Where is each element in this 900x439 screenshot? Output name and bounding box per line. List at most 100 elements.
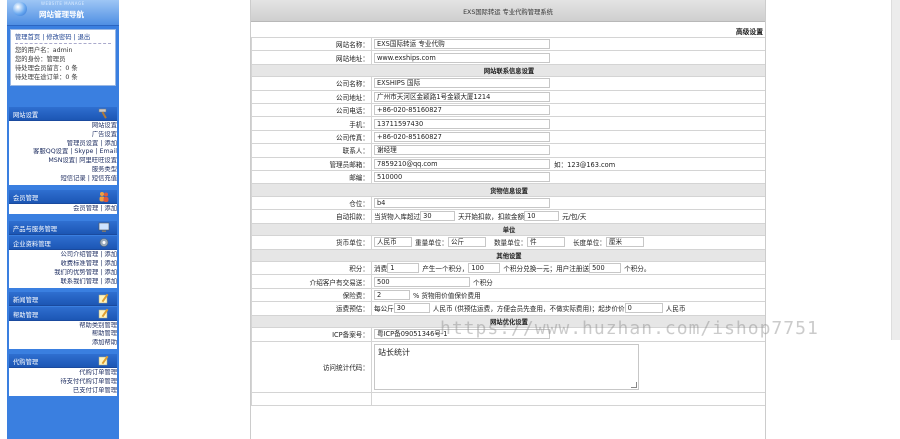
monitor-icon: [98, 223, 110, 233]
menu-head-label: 新闻管理: [13, 296, 39, 304]
admin-email-input[interactable]: 7859210@qq.com: [374, 158, 550, 169]
points-spend-input[interactable]: 1: [387, 263, 420, 274]
field-label: 网站地址：: [251, 50, 372, 65]
field-label: 长度单位：: [572, 239, 606, 248]
menu-item[interactable]: 联系我们管理 | 添加: [9, 278, 118, 287]
form-row: 自动扣款： 当货物入库超过 30 天开始扣款，扣款金额 10 元/包/天: [251, 209, 765, 224]
menu-head-members[interactable]: 会员管理: [9, 189, 117, 204]
company-phone-input[interactable]: +86-020-85160827: [374, 105, 550, 116]
shelf-input[interactable]: b4: [374, 198, 550, 209]
menu-item[interactable]: 网站设置: [9, 122, 117, 131]
admin-home-link[interactable]: 管理首页: [15, 34, 40, 41]
menu-item[interactable]: 待支付代购订单管理: [9, 378, 117, 387]
deduct-days-input[interactable]: 30: [420, 211, 456, 222]
length-unit-input[interactable]: 厘米: [605, 237, 644, 248]
menu-item[interactable]: 已支付订单管理: [9, 387, 117, 396]
mobile-input[interactable]: 13711597430: [374, 118, 550, 129]
form-row: [251, 391, 765, 406]
sidebar: WEBSITE MANAGE 网站管理导航 管理首页 | 修改密码 | 退出 您…: [7, 0, 119, 439]
menu-head-news[interactable]: 新闻管理: [9, 291, 117, 306]
form-row: 公司传真： +86-020-85160827: [251, 129, 765, 145]
form-row: 邮编： 510000: [251, 170, 765, 185]
menu-head-purchasing[interactable]: 代购管理: [9, 353, 117, 368]
menu-head-company[interactable]: 企业资料管理: [9, 236, 117, 251]
site-url-input[interactable]: www.exships.com: [374, 52, 550, 63]
page-title: EXS国际转运 专业代购管理系统: [251, 0, 765, 22]
field-label: 公司电话：: [251, 103, 372, 118]
contact-person-input[interactable]: 谢经理: [374, 145, 550, 156]
logout-link[interactable]: 退出: [78, 34, 91, 41]
change-password-link[interactable]: 修改密码: [46, 34, 71, 41]
weight-unit-input[interactable]: 公斤: [447, 237, 486, 248]
field-label: 手机：: [251, 116, 372, 131]
gear-icon: [99, 238, 109, 248]
user-info-box: 管理首页 | 修改密码 | 退出 您的用户名：admin 您的身份：管理员 待处…: [10, 29, 116, 86]
currency-unit-input[interactable]: 人民币: [374, 237, 412, 248]
register-points-input[interactable]: 500: [589, 263, 622, 274]
menu-item[interactable]: 帮助类别管理: [9, 322, 117, 331]
email-hint: 如：123@163.com: [554, 160, 616, 169]
section-header: 货物信息设置: [251, 183, 765, 197]
stats-code-textarea[interactable]: 站长统计: [374, 343, 639, 390]
freight-rate-input[interactable]: 30: [393, 303, 430, 314]
role-label: 您的身份：: [15, 56, 47, 63]
menu-head-products[interactable]: 产品与服务管理: [9, 221, 117, 236]
menu-item[interactable]: 添加帮助: [9, 339, 117, 348]
freight-start-input[interactable]: 0: [624, 303, 663, 314]
menu-item[interactable]: 收费标准管理 | 添加: [9, 260, 118, 269]
field-label: 积分：: [251, 261, 372, 276]
advanced-settings-link[interactable]: 高级设置: [251, 22, 765, 37]
menu-head-label: 企业资料管理: [13, 241, 51, 249]
menu-item[interactable]: 短信记录 | 短信充值: [9, 175, 118, 184]
menu-head-help[interactable]: 帮助管理: [9, 306, 117, 321]
pending-orders-value: 0 条: [65, 74, 78, 81]
menu-head-label: 帮助管理: [13, 311, 39, 319]
insurance-input[interactable]: 2: [374, 290, 410, 301]
fax-input[interactable]: +86-020-85160827: [374, 132, 550, 143]
menu-item[interactable]: 服务类型: [9, 166, 117, 175]
menu-items-purchasing: 代购订单管理 待支付代购订单管理 已支付订单管理: [9, 367, 117, 397]
menu-head-site-settings[interactable]: 网站设置: [9, 107, 117, 121]
points-text: 产生一个积分，: [422, 265, 469, 274]
zip-input[interactable]: 510000: [374, 172, 550, 183]
pencil-icon: [98, 293, 109, 303]
menu-item[interactable]: 帮助管理: [9, 330, 117, 339]
menu-items-company: 公司介绍管理 | 添加 收费标准管理 | 添加 我们的优势管理 | 添加 联系我…: [9, 250, 118, 288]
form-row: 网站地址： www.exships.com: [251, 50, 765, 65]
menu-item[interactable]: 公司介绍管理 | 添加: [9, 251, 118, 260]
deduct-amount-input[interactable]: 10: [524, 211, 560, 222]
field-label: 公司地址：: [251, 89, 372, 105]
field-label: 货币单位：: [251, 235, 372, 250]
menu-item[interactable]: 会员管理 | 添加: [9, 205, 117, 214]
section-title: 货物信息设置: [251, 183, 765, 197]
company-address-input[interactable]: 广州市天河区金颖路1号金颖大厦1214: [374, 91, 550, 102]
role-value: 管理员: [46, 56, 66, 63]
deduct-text: 当货物入库超过: [374, 213, 421, 222]
field-label: 网站名称：: [251, 36, 372, 52]
site-name-input[interactable]: EXS国际转运 专业代购: [374, 39, 550, 50]
scrollbar[interactable]: [891, 0, 900, 340]
section-header: 单位: [251, 222, 765, 237]
form-row: 管理员邮箱： 7859210@qq.com 如：123@163.com: [251, 156, 765, 172]
company-name-input[interactable]: EXSHIPS 国际: [374, 78, 550, 89]
menu-item[interactable]: 代购订单管理: [9, 369, 117, 378]
menu-item[interactable]: 广告设置: [9, 131, 117, 140]
invite-text: 个积分: [473, 278, 493, 287]
settings-form: 网站名称： EXS国际转运 专业代购 网站地址： www.exships.com…: [251, 36, 765, 406]
form-row: 网站名称： EXS国际转运 专业代购: [251, 36, 765, 52]
invite-points-input[interactable]: 500: [374, 276, 470, 287]
quantity-unit-input[interactable]: 件: [526, 237, 565, 248]
menu-item[interactable]: 客服QQ设置 | Skype | Email: [9, 148, 117, 157]
form-row: 联系人： 谢经理: [251, 143, 765, 158]
menu-item[interactable]: 管理员设置 | 添加: [9, 140, 117, 149]
logo-title: 网站管理导航: [39, 10, 84, 19]
freight-text: 每公斤: [374, 305, 394, 314]
field-label: 访问统计代码：: [251, 340, 372, 393]
form-row: 保险费： 2% 货物用价值保价费用: [251, 287, 765, 303]
points-rate-input[interactable]: 100: [468, 263, 501, 274]
menu-item[interactable]: MSN设置| 阿里旺旺设置: [9, 157, 117, 166]
deduct-text: 天开始扣款，扣款金额: [458, 213, 525, 222]
section-title: 单位: [251, 222, 765, 237]
menu-item[interactable]: 我们的优势管理 | 添加: [9, 269, 117, 278]
form-row: 手机： 13711597430: [251, 116, 765, 131]
